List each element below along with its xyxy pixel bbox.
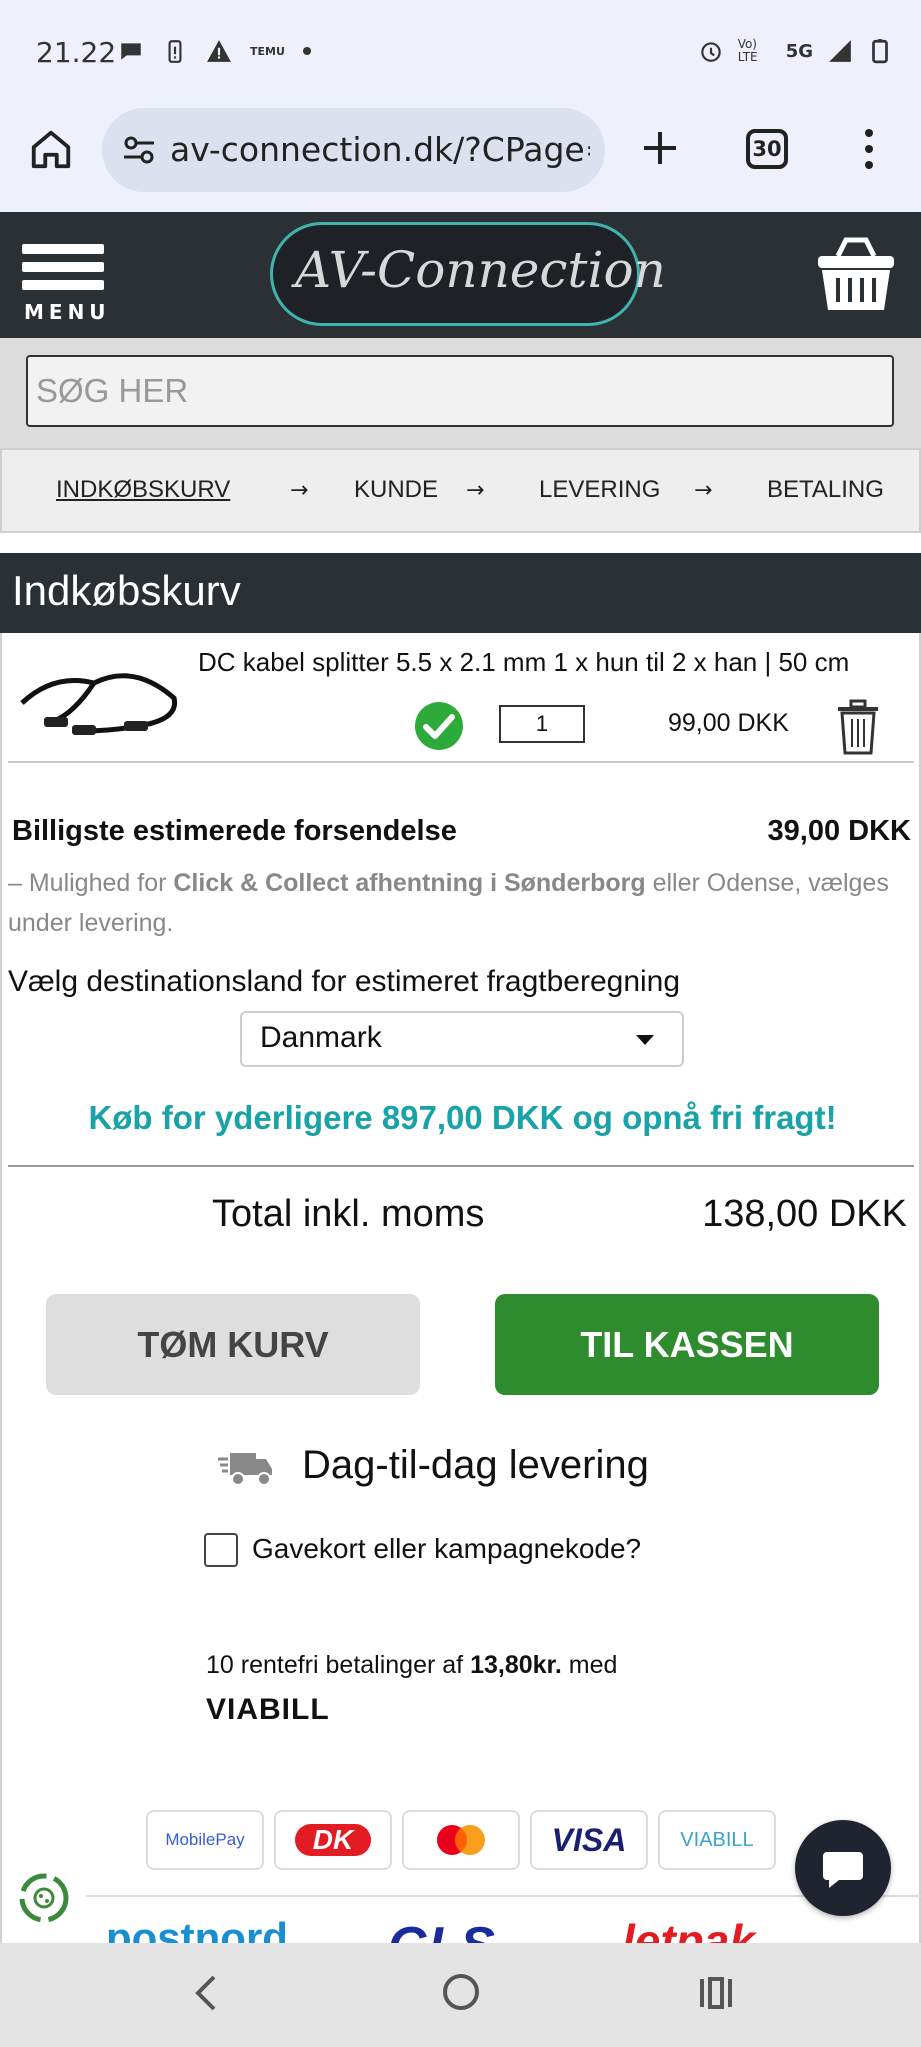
battery-alert-icon (168, 40, 182, 63)
basket-icon[interactable] (816, 234, 896, 316)
free-shipping-message: Køb for yderligere 897,00 DKK og opnå fr… (88, 1099, 837, 1136)
cookie-settings-icon[interactable] (14, 1868, 74, 1928)
new-tab-icon[interactable] (640, 128, 680, 168)
step-payment: BETALING (767, 476, 884, 503)
site-logo[interactable]: AV-Connection (270, 222, 666, 326)
viabill-installments-text: 10 rentefri betalinger af 13,80kr. med (206, 1651, 617, 1680)
address-bar[interactable]: av-connection.dk/?CPage= (102, 108, 605, 192)
status-bar: 21.22 TEMU Vo) LTE 5G (0, 0, 921, 100)
viabill-prefix: 10 rentefri betalinger af (206, 1651, 471, 1679)
status-time: 21.22 (36, 36, 117, 69)
status-notification-icons: TEMU (118, 38, 311, 64)
product-name[interactable]: DC kabel splitter 5.5 x 2.1 mm 1 x hun t… (198, 647, 849, 678)
divider (8, 1165, 914, 1167)
menu-label: MENU (24, 300, 111, 324)
status-system-icons: Vo) LTE 5G (698, 38, 893, 64)
product-image[interactable] (14, 653, 184, 753)
shipping-note-prefix: – Mulighed for (8, 869, 174, 897)
step-customer: KUNDE (354, 476, 439, 503)
mobilepay-logo: MobilePay (146, 1810, 264, 1870)
viabill-payment-text: VIABILL (680, 1828, 754, 1851)
shipping-title: Billigste estimerede forsendelse (12, 815, 457, 847)
step-cart[interactable]: INDKØBSKURV (56, 476, 230, 504)
back-icon[interactable] (190, 1973, 220, 2013)
shipping-note-bold: Click & Collect afhentning i Sønderborg (173, 869, 646, 897)
gift-card-checkbox[interactable] (204, 1533, 238, 1567)
divider (8, 761, 914, 763)
cart-header: Indkøbskurv (0, 553, 921, 633)
viabill-logo: VIABILL (206, 1693, 330, 1726)
chevron-down-icon (636, 1035, 654, 1045)
shipping-price: 39,00 DKK (767, 815, 911, 847)
shipping-note: – Mulighed for Click & Collect afhentnin… (8, 863, 908, 943)
hamburger-icon-bar (22, 280, 104, 290)
trash-icon[interactable] (836, 699, 880, 755)
hamburger-icon (22, 244, 104, 254)
browser-home-icon[interactable] (28, 126, 74, 172)
mobilepay-text: MobilePay (165, 1830, 245, 1849)
payment-logos: MobilePay DK VISA VIABILL (146, 1810, 776, 1870)
hamburger-icon-bar (22, 262, 104, 272)
chat-icon (823, 1852, 863, 1888)
checkout-steps: INDKØBSKURV → KUNDE → LEVERING → BETALIN… (0, 448, 921, 533)
quantity-input[interactable]: 1 (499, 705, 585, 743)
search-input[interactable]: SØG HER (26, 355, 894, 427)
step-delivery: LEVERING (539, 476, 661, 503)
mastercard-logo (402, 1810, 520, 1870)
step-arrow: → (694, 478, 713, 503)
viabill-payment-logo: VIABILL (658, 1810, 776, 1870)
visa-logo: VISA (530, 1810, 648, 1870)
tab-switcher-button[interactable]: 30 (746, 129, 788, 169)
cart-content: DC kabel splitter 5.5 x 2.1 mm 1 x hun t… (0, 633, 921, 1950)
visa-text: VISA (551, 1821, 627, 1858)
truck-icon (218, 1453, 272, 1486)
site-header: MENU AV-Connection (0, 212, 921, 338)
alarm-icon (700, 42, 721, 62)
step-arrow: → (466, 478, 485, 503)
chat-button[interactable] (795, 1820, 891, 1916)
site-settings-icon[interactable] (122, 134, 156, 166)
empty-cart-button[interactable]: TØM KURV (46, 1294, 420, 1395)
browser-menu-icon[interactable] (858, 128, 880, 170)
dot-icon (302, 47, 311, 55)
viabill-suffix: med (561, 1651, 618, 1679)
step-arrow: → (290, 478, 309, 503)
android-nav-bar (0, 1943, 921, 2047)
total-label: Total inkl. moms (212, 1193, 485, 1235)
recent-apps-icon[interactable] (696, 1973, 736, 2013)
browser-toolbar: av-connection.dk/?CPage= 30 (0, 100, 921, 212)
gift-card-label[interactable]: Gavekort eller kampagnekode? (252, 1533, 641, 1565)
mastercard-icon (437, 1825, 485, 1855)
delivery-text: Dag-til-dag levering (302, 1443, 649, 1487)
dankort-text: DK (294, 1824, 372, 1856)
warning-icon (207, 40, 231, 62)
total-value: 138,00 DKK (702, 1193, 907, 1235)
home-icon[interactable] (440, 1971, 482, 2013)
page-title: Indkøbskurv (12, 567, 241, 614)
dankort-logo: DK (274, 1810, 392, 1870)
logo-text: AV-Connection (295, 241, 666, 299)
country-select-value: Danmark (260, 1021, 382, 1054)
destination-label: Vælg destinationsland for estimeret frag… (8, 965, 681, 998)
volte-icon: Vo) LTE (737, 37, 758, 64)
url-text[interactable]: av-connection.dk/?CPage= (170, 130, 590, 169)
viabill-amount: 13,80kr. (470, 1651, 562, 1679)
chat-bubble-icon (121, 43, 141, 60)
signal-icon (829, 40, 851, 62)
temu-app-icon: TEMU (250, 44, 285, 58)
network-5g-label: 5G (785, 40, 813, 62)
menu-button[interactable]: MENU (22, 244, 106, 324)
checkout-button[interactable]: TIL KASSEN (495, 1294, 879, 1395)
product-price: 99,00 DKK (668, 709, 789, 737)
search-bar: SØG HER (0, 338, 921, 448)
battery-icon (872, 39, 888, 64)
in-stock-check-icon (415, 702, 463, 750)
country-select[interactable]: Danmark (240, 1011, 684, 1067)
